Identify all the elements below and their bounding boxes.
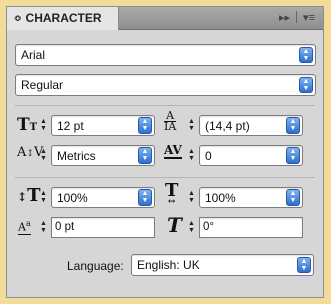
language-value: English: UK [137,258,200,272]
divider [15,105,315,106]
horizontal-scale-icon: T ↔ [165,180,179,207]
horizontal-scale-value: 100% [205,191,236,205]
controls-divider [296,11,298,23]
language-select[interactable]: English: UK ▲ ▼ [131,254,314,276]
baseline-shift-value: 0 pt [55,221,75,233]
leading-stepper[interactable]: ▲ ▼ [186,118,197,136]
font-family-select[interactable]: Arial ▲ ▼ [15,44,316,66]
font-style-dropdown-button[interactable]: ▲ ▼ [299,77,313,93]
baseline-shift-field[interactable]: 0 pt [51,217,155,238]
kerning-value: Metrics [57,149,96,163]
font-size-dropdown-button[interactable]: ▲ ▼ [138,117,152,134]
skew-value: 0° [203,221,214,233]
kerning-field[interactable]: Metrics ▲ ▼ [51,145,155,166]
tracking-dropdown-button[interactable]: ▲ ▼ [286,147,300,164]
skew-icon: T [167,213,182,237]
font-family-dropdown-button[interactable]: ▲ ▼ [299,47,313,63]
vertical-scale-field[interactable]: 100% ▲ ▼ [51,187,155,208]
kerning-dropdown-button[interactable]: ▲ ▼ [138,147,152,164]
vertical-scale-stepper[interactable]: ▲ ▼ [38,190,49,208]
leading-field[interactable]: (14,4 pt) ▲ ▼ [199,115,303,136]
font-size-icon: TT [17,115,38,135]
tracking-field[interactable]: 0 ▲ ▼ [199,145,303,166]
tab-character[interactable]: ≎ CHARACTER [7,7,119,30]
panel-titlebar: ≎ CHARACTER ▸▸ ▾≡ [7,7,323,30]
font-style-select[interactable]: Regular ▲ ▼ [15,74,316,96]
font-size-stepper[interactable]: ▲ ▼ [38,118,49,136]
font-family-value: Arial [21,48,46,62]
vertical-scale-icon: ↕T [17,185,41,206]
baseline-shift-stepper[interactable]: ▲ ▼ [38,220,49,238]
baseline-shift-icon: Aa [18,219,31,235]
tracking-value: 0 [205,149,212,163]
leading-value: (14,4 pt) [205,119,250,133]
vertical-scale-dropdown-button[interactable]: ▲ ▼ [138,189,152,206]
tab-toggle-icon[interactable]: ≎ [14,13,22,23]
collapse-icon[interactable]: ▸▸ [279,12,290,24]
horizontal-scale-field[interactable]: 100% ▲ ▼ [199,187,303,208]
panel-controls: ▸▸ ▾≡ [279,7,315,29]
font-size-value: 12 pt [57,119,84,133]
panel-menu-icon[interactable]: ▾≡ [303,12,315,24]
character-panel: ≎ CHARACTER ▸▸ ▾≡ Arial ▲ ▼ Regular ▲ ▼ TT ▲… [6,6,324,298]
leading-dropdown-button[interactable]: ▲ ▼ [286,117,300,134]
horizontal-scale-dropdown-button[interactable]: ▲ ▼ [286,189,300,206]
language-dropdown-button[interactable]: ▲ ▼ [297,257,311,273]
font-style-value: Regular [21,78,64,92]
skew-field[interactable]: 0° [199,217,303,238]
tracking-icon: AV [164,143,182,159]
kerning-stepper[interactable]: ▲ ▼ [38,148,49,166]
panel-title: CHARACTER [25,11,102,25]
tracking-stepper[interactable]: ▲ ▼ [186,148,197,166]
leading-icon: A IA [164,109,177,133]
skew-stepper[interactable]: ▲ ▼ [186,220,197,238]
horizontal-scale-stepper[interactable]: ▲ ▼ [186,190,197,208]
divider [15,177,315,178]
language-label: Language: [67,259,124,273]
vertical-scale-value: 100% [57,191,88,205]
font-size-field[interactable]: 12 pt ▲ ▼ [51,115,155,136]
